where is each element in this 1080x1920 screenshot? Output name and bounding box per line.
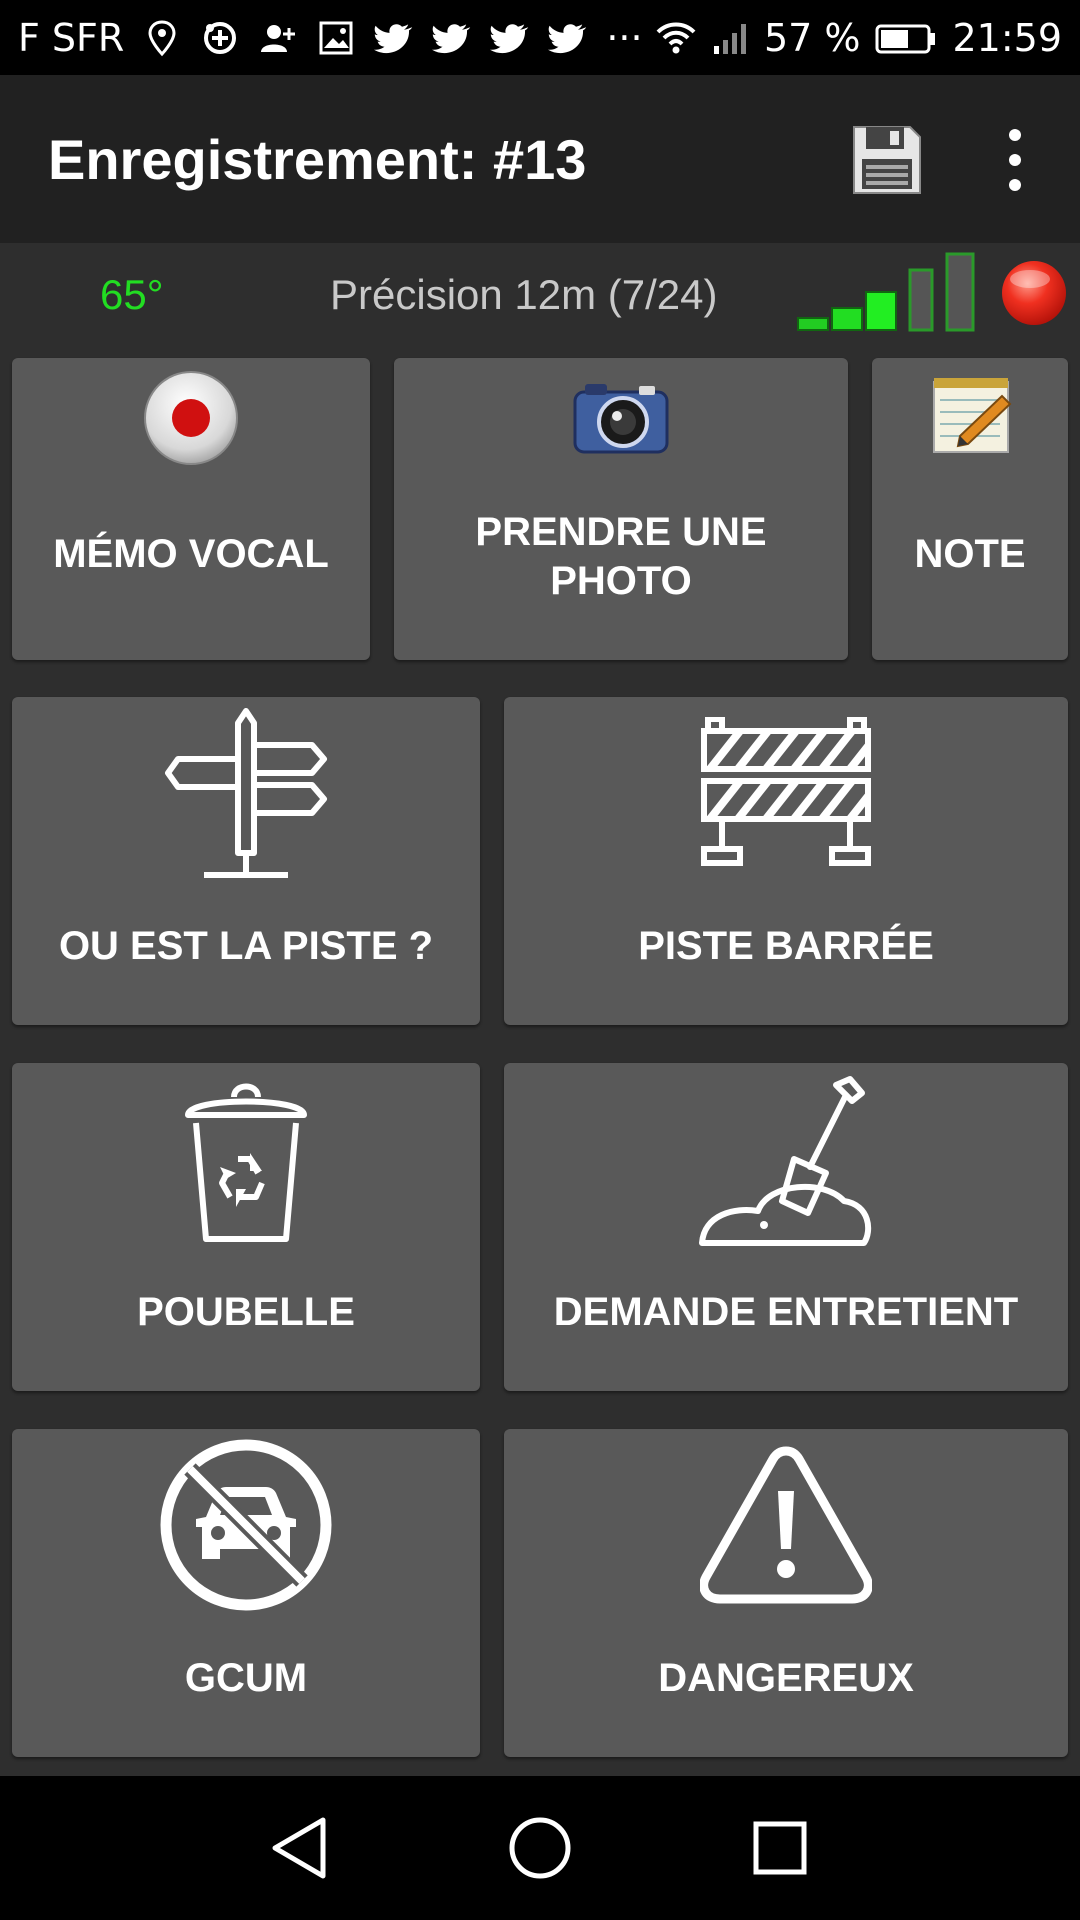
signpost-icon: [165, 708, 327, 878]
cell-signal-icon: [710, 18, 750, 58]
app-icon: [200, 18, 240, 58]
status-bar: F SFR ··· 57 % 21:59: [0, 0, 1080, 75]
heading-value: 65°: [100, 271, 164, 318]
screen: F SFR ··· 57 % 21:59 Enregistrement: #13…: [0, 0, 1080, 1920]
tile-ou-est-la-piste[interactable]: OU EST LA PISTE ?: [12, 697, 480, 1025]
camera-icon: [573, 384, 669, 454]
tile-prendre-photo[interactable]: PRENDRE UNE PHOTO: [394, 358, 848, 660]
tile-label: DANGEREUX: [658, 1656, 914, 1700]
tile-gcum[interactable]: GCUM: [12, 1429, 480, 1757]
barrier-icon: [701, 717, 871, 866]
tile-dangereux[interactable]: DANGEREUX: [504, 1429, 1068, 1757]
notification-overflow: ···: [606, 15, 643, 60]
navigation-bar: [0, 1776, 1080, 1920]
battery-icon: [874, 18, 938, 58]
carrier-name: F SFR: [18, 15, 125, 60]
tile-label: PISTE BARRÉE: [638, 924, 934, 968]
location-icon: [142, 18, 182, 58]
twitter-icon: [548, 18, 588, 58]
shovel-icon: [699, 1076, 872, 1246]
recycle-bin-icon: [185, 1083, 307, 1242]
tile-demande-entretient[interactable]: DEMANDE ENTRETIENT: [504, 1063, 1068, 1391]
gallery-icon: [316, 18, 356, 58]
tile-label-text: PRENDRE UNE PHOTO: [475, 510, 767, 603]
tile-label: MÉMO VOCAL: [53, 532, 329, 576]
tile-label: OU EST LA PISTE ?: [58, 924, 434, 968]
toolbar: Enregistrement: #13: [0, 75, 1080, 243]
back-triangle-icon[interactable]: [263, 1812, 335, 1884]
tile-label: NOTE: [914, 532, 1026, 576]
twitter-icon: [490, 18, 530, 58]
recording-dot-icon: [1002, 261, 1066, 325]
tile-poubelle[interactable]: POUBELLE: [12, 1063, 480, 1391]
tile-label: GCUM: [184, 1656, 308, 1700]
add-contact-icon: [258, 18, 298, 58]
clock: 21:59: [952, 15, 1062, 60]
warning-icon: [700, 1446, 872, 1604]
floppy-disk-icon: [853, 126, 921, 194]
home-circle-icon[interactable]: [504, 1812, 576, 1884]
no-car-icon: [160, 1439, 332, 1611]
save-button[interactable]: [850, 123, 924, 197]
tile-label: DEMANDE ENTRETIENT: [553, 1290, 1019, 1334]
notepad-pencil-icon: [933, 378, 1012, 453]
tile-label: PRENDRE UNE PHOTO: [394, 508, 848, 606]
tile-piste-barree[interactable]: PISTE BARRÉE: [504, 697, 1068, 1025]
gps-info-bar: 65° Précision 12m (7/24): [0, 243, 1080, 343]
record-button-icon: [144, 371, 238, 465]
tile-memo-vocal[interactable]: MÉMO VOCAL: [12, 358, 370, 660]
tile-label: POUBELLE: [137, 1290, 355, 1334]
page-title: Enregistrement: #13: [48, 127, 587, 191]
gps-signal-bars-icon: [797, 252, 975, 332]
more-options-button[interactable]: [1000, 127, 1030, 193]
recents-square-icon[interactable]: [744, 1812, 816, 1884]
wifi-icon: [656, 18, 696, 58]
tile-note[interactable]: NOTE: [872, 358, 1068, 660]
twitter-icon: [432, 18, 472, 58]
gps-precision: Précision 12m (7/24): [330, 271, 718, 318]
twitter-icon: [374, 18, 414, 58]
more-vert-icon: [1009, 129, 1021, 191]
battery-percent: 57 %: [763, 15, 861, 60]
